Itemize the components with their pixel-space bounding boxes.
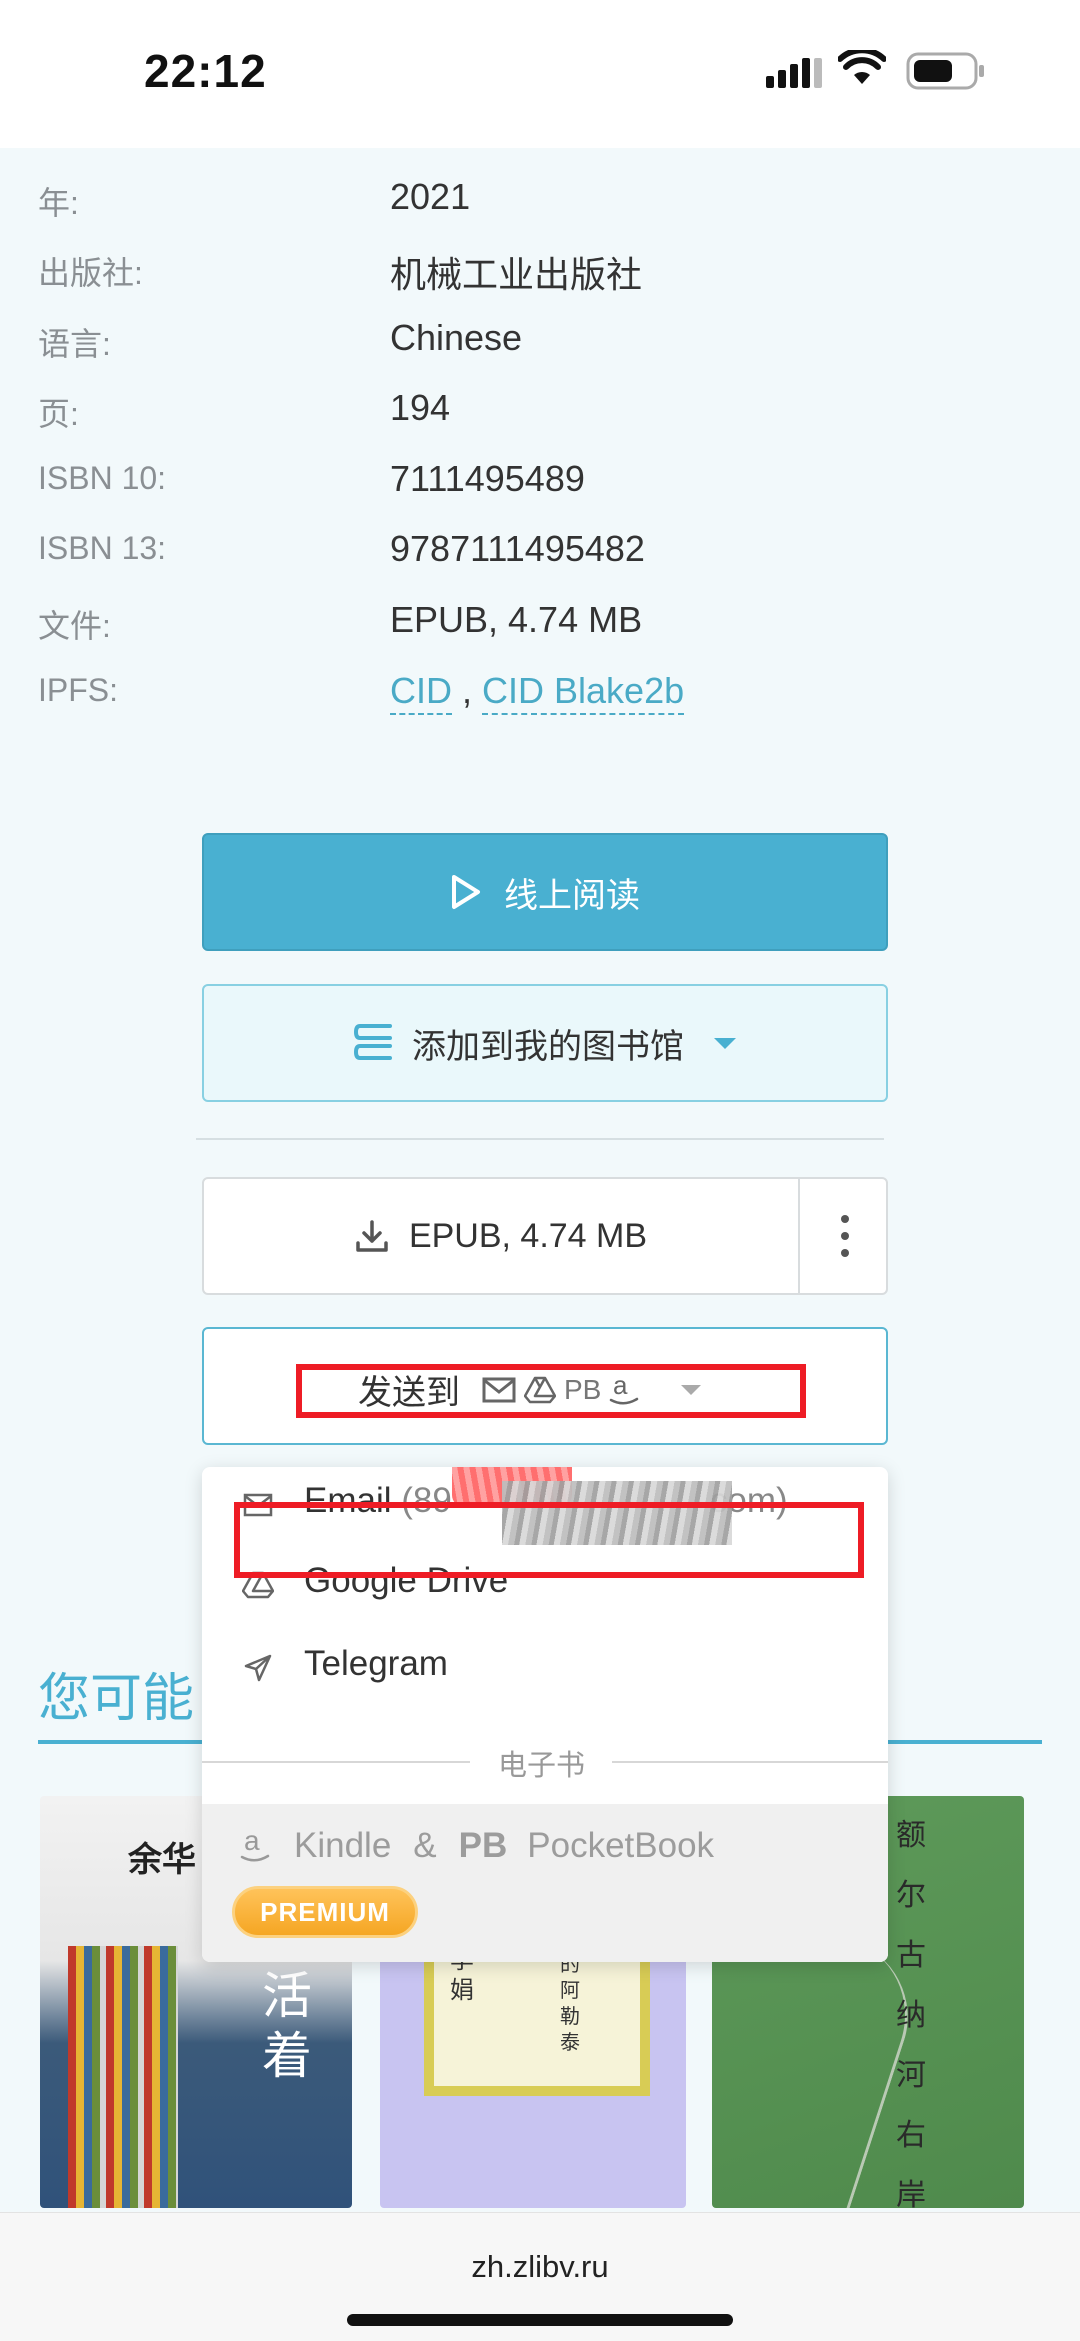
detail-row-isbn13: ISBN 13: 9787111495482 [0,528,1080,590]
ampersand: & [413,1826,437,1865]
detail-value: 9787111495482 [390,528,645,569]
detail-row-pages: 页: 194 [0,387,1080,449]
telegram-label: Telegram [304,1644,448,1683]
ipfs-cid-link[interactable]: CID [390,670,452,715]
cover-title: 活着 [262,1968,312,2084]
kindle-pocketbook-row: a Kindle & PB PocketBook [240,1826,714,1866]
download-group: EPUB, 4.74 MB [202,1177,888,1295]
more-dot [841,1232,849,1240]
svg-text:a: a [244,1826,260,1856]
cover-author: 余华 [128,1841,196,1879]
more-dots-icon [841,1215,849,1223]
detail-row-file: 文件: EPUB, 4.74 MB [0,599,1080,661]
divider [196,1138,884,1140]
detail-label: 年: [38,185,79,221]
ipfs-separator: , [462,670,473,711]
detail-row-language: 语言: Chinese [0,317,1080,379]
premium-badge: PREMIUM [232,1886,418,1938]
detail-row-publisher: 出版社: 机械工业出版社 [0,248,1080,308]
battery-icon [906,52,984,90]
download-label: EPUB, 4.74 MB [408,1216,648,1255]
section-title: 您可能 [38,1670,195,1728]
pocketbook-label: PocketBook [527,1826,715,1865]
telegram-icon [240,1650,276,1686]
add-to-library-label: 添加到我的图书馆 [412,1027,684,1066]
detail-label: 语言: [38,326,111,362]
ebook-separator-label: 电子书 [498,1750,586,1782]
browser-bottom-bar: zh.zlibv.ru [0,2212,1080,2341]
detail-row-year: 年: 2021 [0,176,1080,238]
play-icon [452,875,480,909]
detail-value: EPUB, 4.74 MB [390,599,643,640]
detail-value: 194 [390,387,451,428]
read-online-button[interactable]: 线上阅读 [202,833,888,951]
detail-row-isbn10: ISBN 10: 7111495489 [0,458,1080,520]
detail-value: 2021 [390,176,471,217]
detail-row-ipfs: IPFS: CID, CID Blake2b [0,670,1080,732]
separator-line [202,1761,470,1763]
more-dot [841,1249,849,1257]
detail-value: Chinese [390,317,523,358]
detail-value: 机械工业出版社 [390,254,643,295]
amazon-icon: a [240,1826,270,1862]
ipfs-links: CID, CID Blake2b [390,670,685,715]
chevron-down-icon [714,1037,736,1049]
cellular-signal-icon [766,58,822,88]
kindle-label: Kindle [294,1826,392,1865]
detail-label: 页: [38,396,79,432]
ipfs-cid-blake2b-link[interactable]: CID Blake2b [482,670,685,715]
download-icon [356,1220,388,1252]
ebook-separator: 电子书 [202,1742,888,1782]
address-bar-url[interactable]: zh.zlibv.ru [0,2249,1080,2285]
home-indicator [347,2314,733,2326]
read-online-label: 线上阅读 [504,876,640,915]
separator-line [612,1761,888,1763]
detail-label: 文件: [38,608,111,644]
download-button[interactable]: EPUB, 4.74 MB [204,1179,800,1293]
detail-label: 出版社: [38,255,143,291]
more-options-button[interactable] [802,1179,888,1293]
detail-label: IPFS: [38,672,119,708]
add-to-library-button[interactable]: 添加到我的图书馆 [202,984,888,1102]
cover-title: 额尔古纳河右岸 [896,1819,926,2208]
status-bar: 22:12 [0,0,1080,148]
detail-label: ISBN 10: [38,460,167,496]
status-time: 22:12 [144,45,267,97]
detail-label: ISBN 13: [38,530,167,566]
book-spines-image [68,1946,178,2208]
wifi-icon [838,50,886,84]
annotation-box-email [234,1502,864,1578]
dropdown-item-telegram[interactable]: Telegram [202,1630,888,1710]
library-icon [354,1024,392,1060]
dropdown-item-kindle-pocketbook[interactable]: a Kindle & PB PocketBook PREMIUM [202,1804,888,1962]
pocketbook-icon: PB [458,1826,508,1865]
detail-value: 7111495489 [390,458,585,499]
annotation-box-send-to [296,1364,806,1418]
